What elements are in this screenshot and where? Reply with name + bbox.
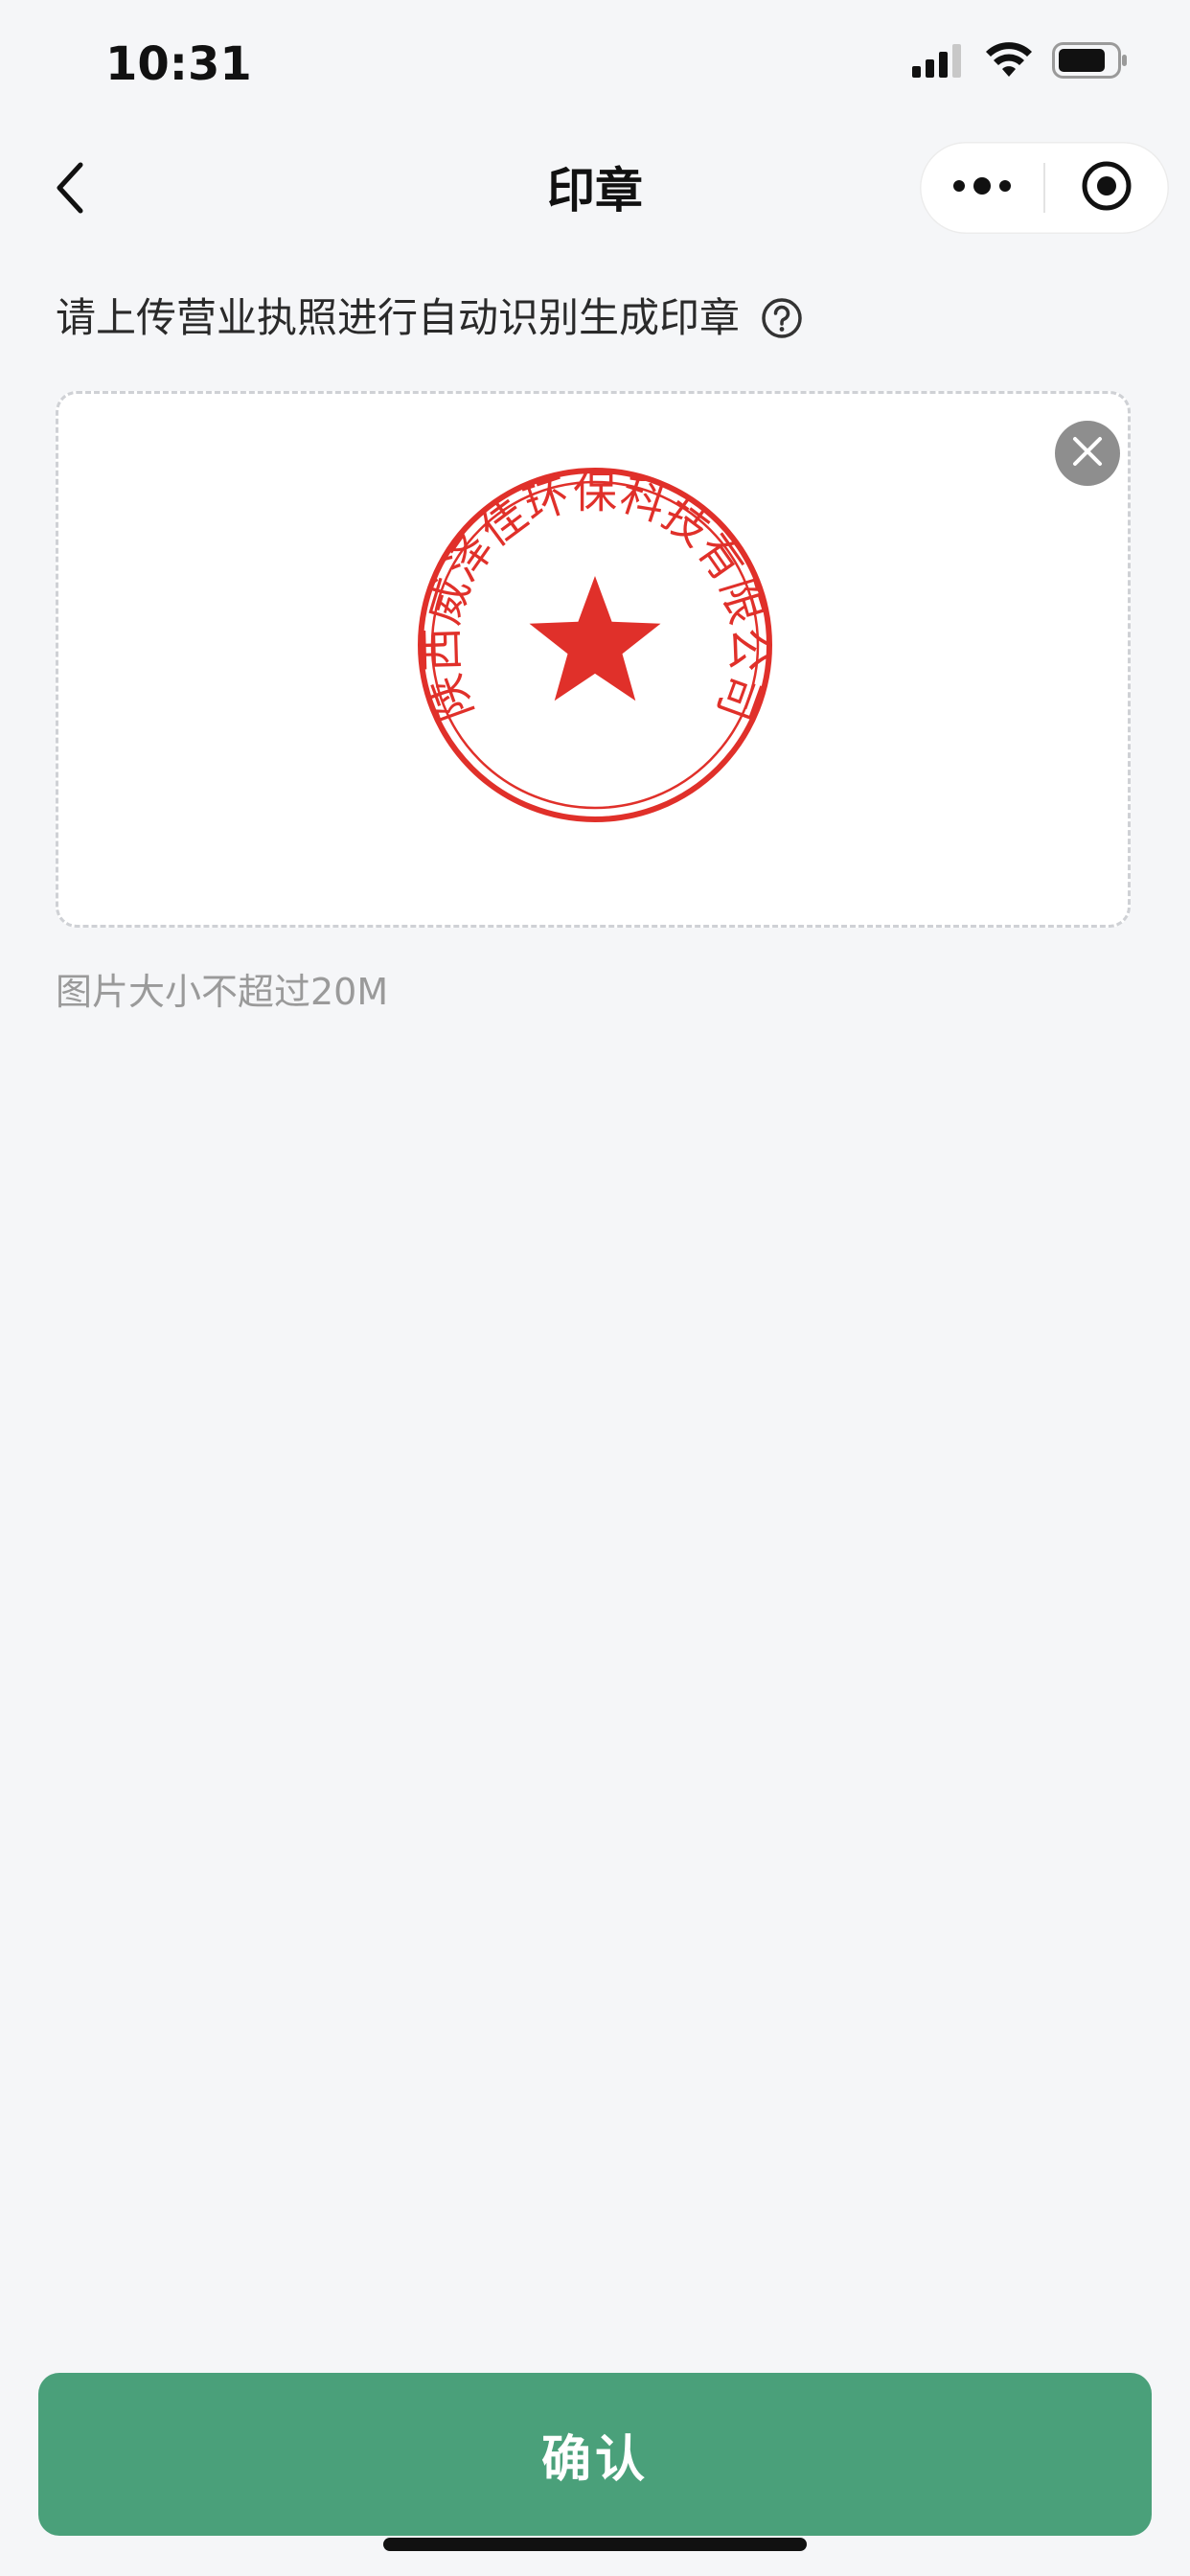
upload-hint-text: 请上传营业执照进行自动识别生成印章	[56, 294, 741, 341]
close-circle-icon	[1070, 434, 1105, 472]
battery-icon	[1052, 42, 1129, 82]
uploaded-image-box[interactable]: 陕西威泽佳环保科技有限公司	[56, 391, 1131, 928]
remove-image-button[interactable]	[1055, 421, 1120, 486]
question-circle-icon[interactable]	[761, 297, 803, 339]
home-indicator	[383, 2538, 807, 2551]
close-mini-program-button[interactable]	[1045, 142, 1169, 234]
seal-image: 陕西威泽佳环保科技有限公司	[413, 463, 777, 827]
mini-program-capsule	[920, 142, 1169, 234]
status-icons	[912, 42, 1129, 82]
nav-bar: 印章	[0, 134, 1190, 249]
upload-hint-row: 请上传营业执照进行自动识别生成印章	[56, 289, 803, 347]
more-dots-icon	[951, 176, 1013, 199]
file-size-note: 图片大小不超过20M	[56, 971, 389, 1013]
status-time: 10:31	[105, 37, 252, 91]
cellular-signal-icon	[912, 43, 966, 81]
target-circle-icon	[1080, 159, 1133, 217]
more-button[interactable]	[920, 142, 1043, 234]
wifi-icon	[985, 42, 1033, 82]
confirm-button[interactable]: 确认	[38, 2373, 1152, 2536]
status-bar: 10:31	[0, 0, 1190, 126]
